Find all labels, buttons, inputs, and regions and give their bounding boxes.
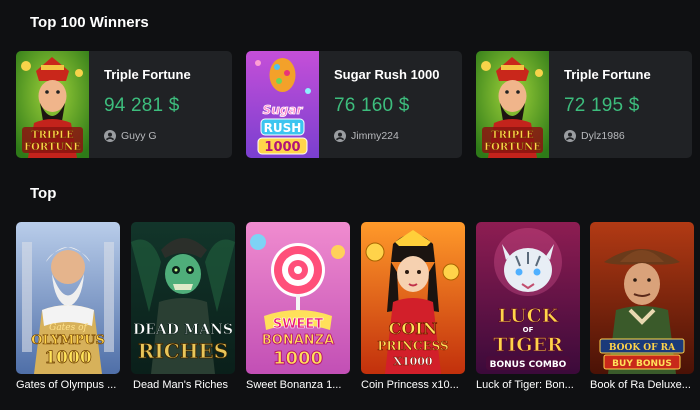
winner-username: Guyy G xyxy=(121,130,157,142)
game-title[interactable]: Sweet Bonanza 1... xyxy=(246,379,354,391)
winner-game-name[interactable]: Triple Fortune xyxy=(104,67,191,82)
winners-section-title: Top 100 Winners xyxy=(30,14,149,31)
game-card-gates-of-olympus[interactable]: Gates of OLYMPUS 1000 xyxy=(16,222,120,374)
svg-text:SWEET: SWEET xyxy=(273,317,323,332)
svg-text:OLYMPUS: OLYMPUS xyxy=(31,333,105,348)
user-icon xyxy=(564,130,576,142)
svg-text:BONANZA: BONANZA xyxy=(262,333,334,348)
svg-text:COIN: COIN xyxy=(389,319,438,338)
winner-username: Dylz1986 xyxy=(581,130,625,142)
top-section-title: Top xyxy=(30,185,57,202)
svg-text:TRIPLE: TRIPLE xyxy=(31,130,74,141)
winner-user: Dylz1986 xyxy=(564,129,625,143)
winner-game-name[interactable]: Sugar Rush 1000 xyxy=(334,67,440,82)
svg-text:RICHES: RICHES xyxy=(138,339,228,363)
game-title[interactable]: Dead Man's Riches xyxy=(133,379,241,391)
svg-text:RUSH: RUSH xyxy=(264,121,302,135)
user-icon xyxy=(334,130,346,142)
svg-text:TIGER: TIGER xyxy=(493,334,563,356)
svg-text:BONUS COMBO: BONUS COMBO xyxy=(490,360,567,370)
winner-amount: 72 195 $ xyxy=(564,95,640,116)
winner-card[interactable]: TRIPLE FORTUNE Triple Fortune 72 195 $ D… xyxy=(476,51,692,158)
svg-text:LUCK: LUCK xyxy=(498,305,560,327)
svg-text:1000: 1000 xyxy=(264,140,300,155)
winner-game-thumbnail[interactable]: TRIPLE FORTUNE xyxy=(476,51,549,158)
game-title[interactable]: Coin Princess x10... xyxy=(361,379,469,391)
svg-text:FORTUNE: FORTUNE xyxy=(484,142,541,153)
winner-username: Jimmy224 xyxy=(351,130,399,142)
winner-user: Jimmy224 xyxy=(334,129,399,143)
game-title[interactable]: Book of Ra Deluxe... xyxy=(590,379,698,391)
winner-game-name[interactable]: Triple Fortune xyxy=(564,67,651,82)
svg-text:Sugar: Sugar xyxy=(263,103,304,117)
game-card-sweet-bonanza[interactable]: SWEET BONANZA 1000 xyxy=(246,222,350,374)
winner-card[interactable]: Sugar RUSH 1000 Sugar Rush 1000 76 160 $… xyxy=(246,51,462,158)
winner-amount: 94 281 $ xyxy=(104,95,180,116)
winner-card[interactable]: TRIPLE FORTUNE Triple Fortune 94 281 $ G… xyxy=(16,51,232,158)
winner-game-thumbnail[interactable]: Sugar RUSH 1000 xyxy=(246,51,319,158)
svg-text:Gates of: Gates of xyxy=(49,323,88,333)
svg-text:PRINCESS: PRINCESS xyxy=(377,339,448,353)
game-title[interactable]: Gates of Olympus ... xyxy=(16,379,124,391)
winner-user: Guyy G xyxy=(104,129,157,143)
svg-text:BUY BONUS: BUY BONUS xyxy=(612,359,672,369)
winner-amount: 76 160 $ xyxy=(334,95,410,116)
svg-text:TRIPLE: TRIPLE xyxy=(491,130,534,141)
svg-text:1000: 1000 xyxy=(44,348,91,368)
svg-text:DEAD MANS: DEAD MANS xyxy=(133,322,233,338)
game-card-luck-of-tiger[interactable]: LUCK OF TIGER BONUS COMBO xyxy=(476,222,580,374)
svg-text:FORTUNE: FORTUNE xyxy=(24,142,81,153)
svg-text:X1000: X1000 xyxy=(393,355,432,368)
svg-text:1000: 1000 xyxy=(273,348,323,369)
svg-text:BOOK OF RA: BOOK OF RA xyxy=(609,343,676,353)
game-card-book-of-ra[interactable]: BOOK OF RA BUY BONUS xyxy=(590,222,694,374)
game-card-coin-princess[interactable]: COIN PRINCESS X1000 xyxy=(361,222,465,374)
user-icon xyxy=(104,130,116,142)
game-title[interactable]: Luck of Tiger: Bon... xyxy=(476,379,584,391)
game-card-dead-mans-riches[interactable]: DEAD MANS RICHES xyxy=(131,222,235,374)
winner-game-thumbnail[interactable]: TRIPLE FORTUNE xyxy=(16,51,89,158)
svg-text:OF: OF xyxy=(523,326,534,334)
